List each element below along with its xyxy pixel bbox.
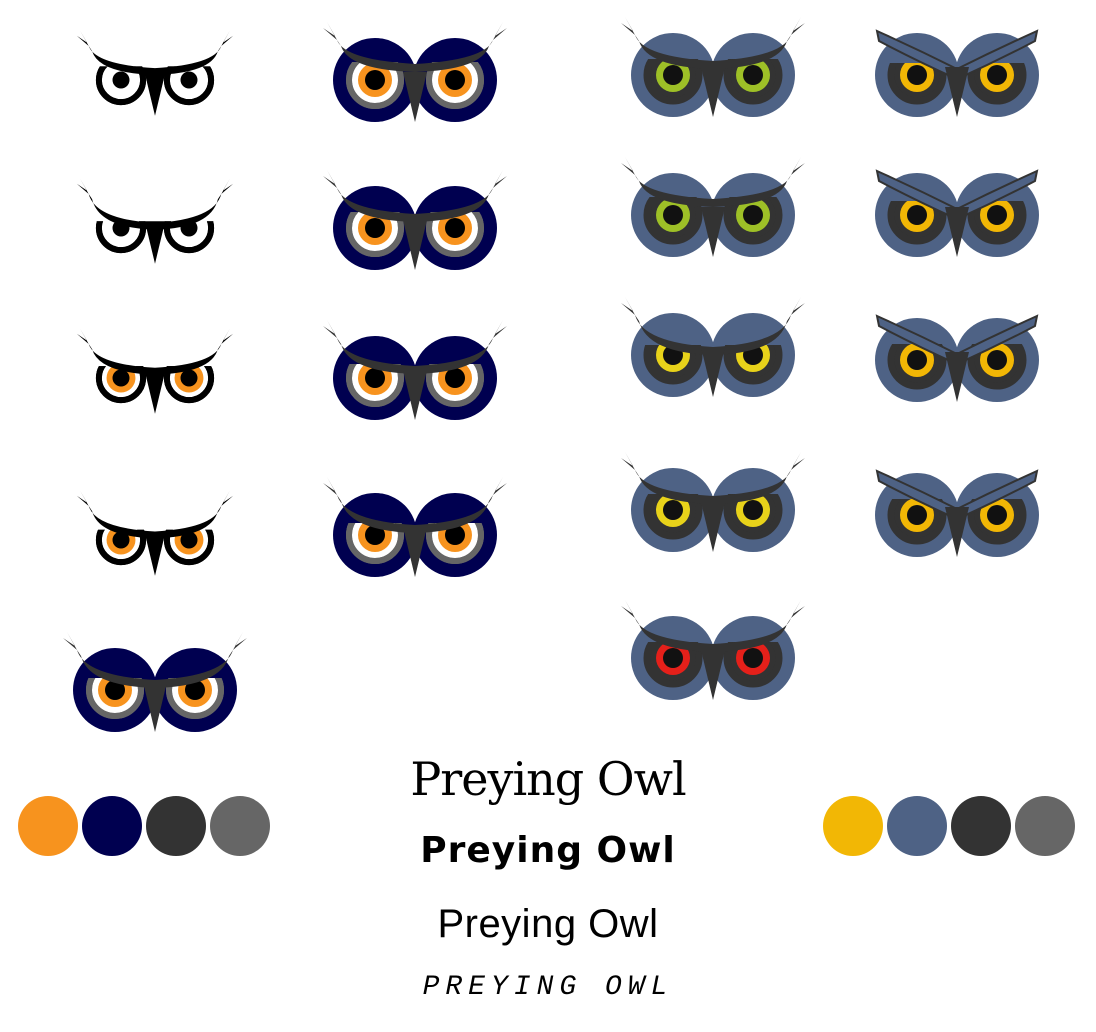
owl-beak [144, 371, 166, 414]
owl-face [63, 632, 247, 732]
owl-logo-variants [63, 17, 1039, 732]
owl-face [621, 17, 805, 117]
owl-face [621, 452, 805, 552]
title-sample-geometric: Preying Owl [420, 830, 676, 871]
owl-face [875, 169, 1039, 257]
owl-face [323, 477, 507, 577]
owl-face [76, 178, 234, 264]
owl-face [76, 328, 234, 414]
title-sample-light: Preying Owl [437, 902, 659, 946]
owl-face [323, 170, 507, 270]
owl-face [76, 490, 234, 576]
owl-face [875, 469, 1039, 557]
owl-face [621, 600, 805, 700]
title-sample-handwritten: PREYING OWL [422, 972, 674, 1003]
owl-beak [144, 221, 166, 264]
owl-face [875, 314, 1039, 402]
owl-face [76, 30, 234, 116]
owl-face [323, 320, 507, 420]
owl-logo-sheet [18, 17, 1075, 856]
owl-face [323, 22, 507, 122]
owl-beak [144, 73, 166, 116]
owl-face [621, 157, 805, 257]
title-sample-serif: Preying Owl [410, 752, 686, 806]
owl-beak [144, 533, 166, 576]
owl-face [875, 29, 1039, 117]
owl-face [621, 297, 805, 397]
